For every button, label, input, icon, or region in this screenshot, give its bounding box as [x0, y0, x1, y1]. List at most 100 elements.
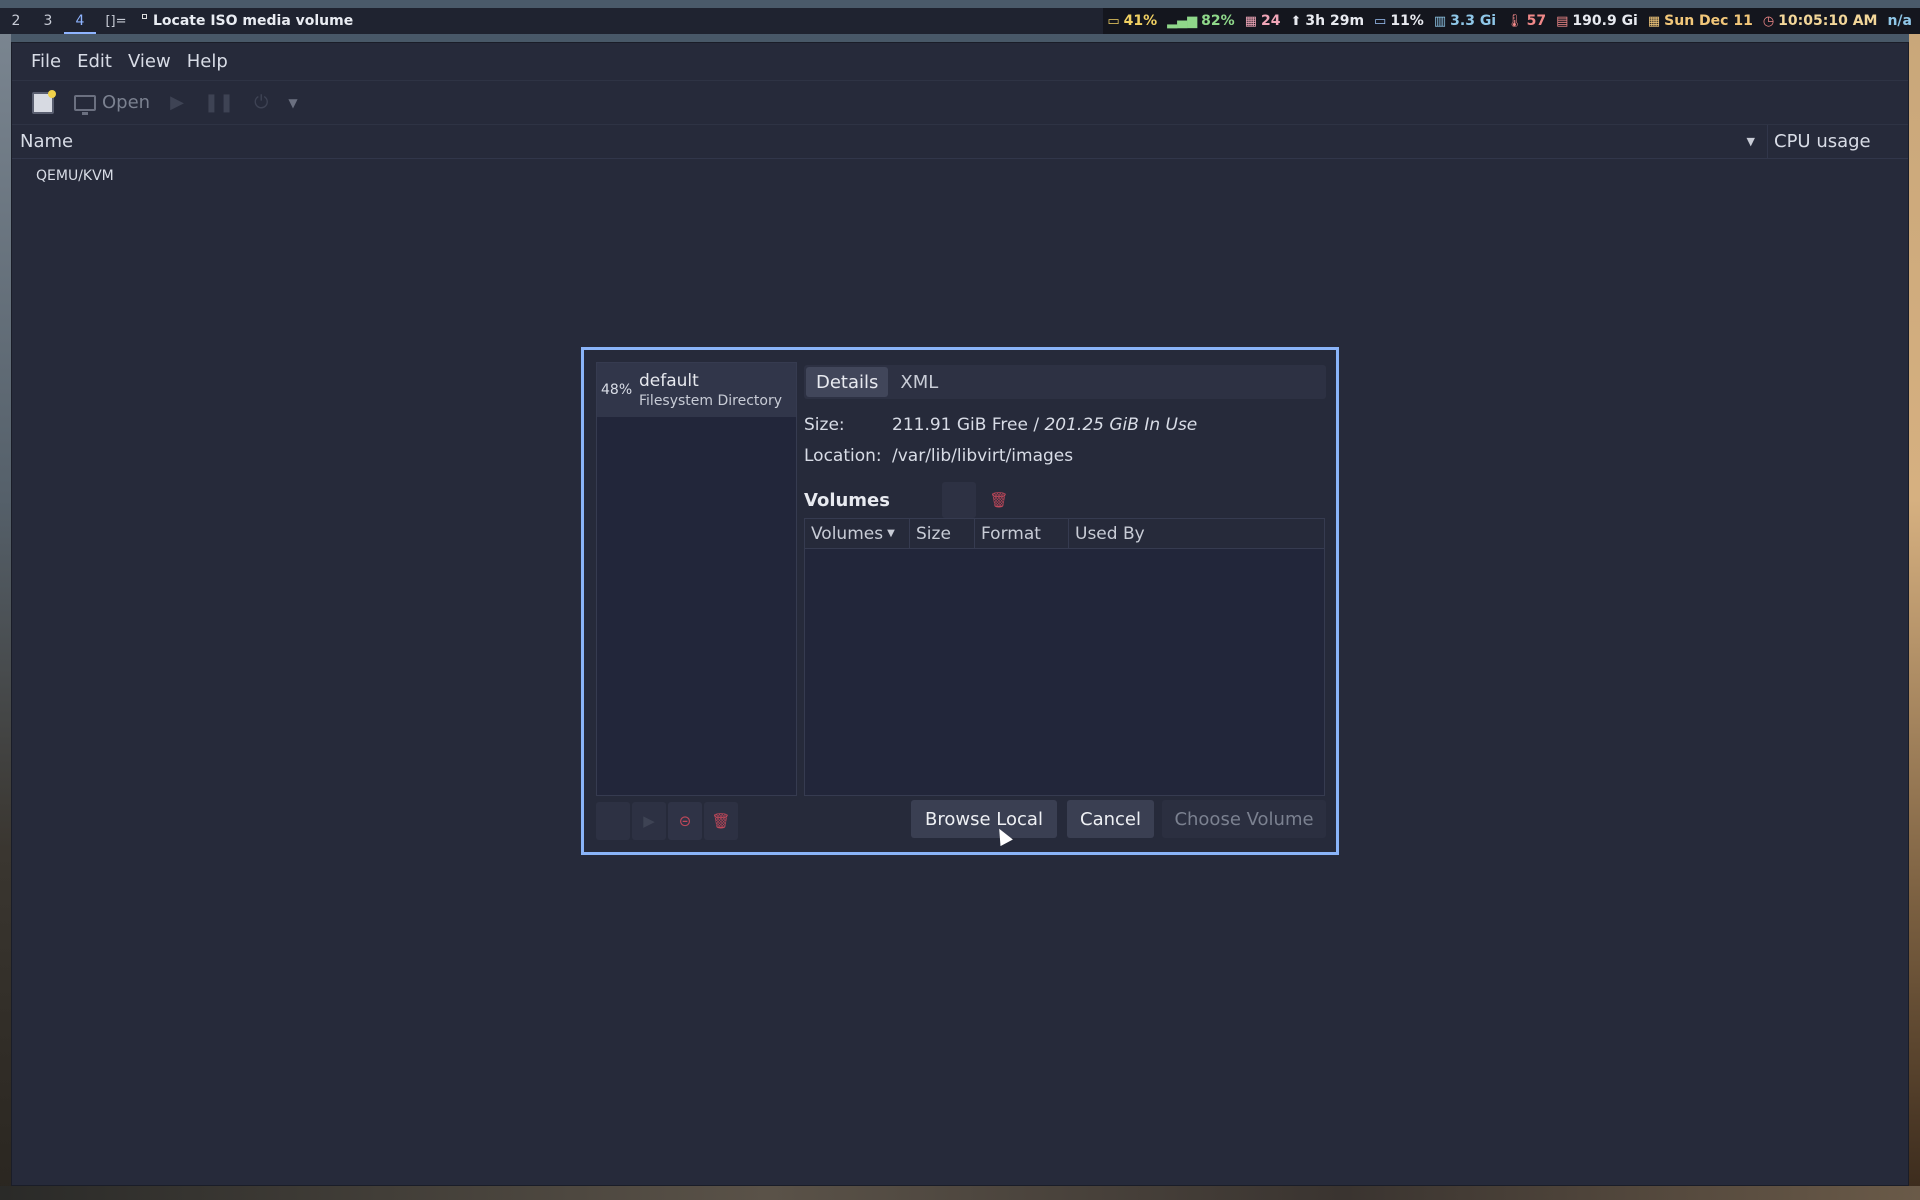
column-name-label: Name	[20, 131, 74, 152]
delete-pool-button[interactable]: 🗑︎	[704, 802, 738, 840]
time-value: 10:05:10 AM	[1778, 13, 1878, 29]
menu-view[interactable]: View	[120, 51, 179, 72]
clock-icon: ◷	[1762, 13, 1775, 29]
uptime-value: 3h 29m	[1305, 13, 1365, 29]
trash-icon: 🗑︎	[989, 491, 1009, 509]
updates-value: 24	[1260, 13, 1281, 29]
tab-xml[interactable]: XML	[890, 367, 948, 397]
signal-icon: ▂▄▆	[1167, 13, 1198, 29]
open-button[interactable]: Open	[66, 86, 158, 120]
menu-edit[interactable]: Edit	[69, 51, 120, 72]
connection-row[interactable]: QEMU/KVM	[12, 159, 1908, 184]
uptime-status: ⬆ 3h 29m	[1290, 13, 1364, 29]
time-status: ◷ 10:05:10 AM	[1763, 13, 1878, 29]
size-label: Size:	[804, 415, 845, 435]
desktop-wallpaper-bottom	[0, 1186, 1920, 1200]
sort-down-icon: ▼	[1746, 135, 1755, 148]
volumes-header: Volumes 🗑︎	[804, 482, 1016, 518]
volumes-table: Volumes ▼ Size Format Used By	[804, 518, 1325, 796]
power-icon: ⏻	[254, 92, 269, 113]
browse-local-button[interactable]: Browse Local	[911, 800, 1057, 838]
package-icon: ▦	[1244, 13, 1257, 29]
column-volumes[interactable]: Volumes ▼	[805, 519, 910, 548]
shutdown-button[interactable]: ⏻	[246, 86, 276, 120]
workspace-2[interactable]: 2	[0, 8, 32, 34]
size-free: 211.91 GiB Free /	[892, 415, 1045, 435]
menu-help[interactable]: Help	[179, 51, 236, 72]
extra-value: n/a	[1887, 13, 1912, 29]
date-status: ▦ Sun Dec 11	[1648, 13, 1753, 29]
column-used-by[interactable]: Used By	[1069, 519, 1324, 548]
play-icon: ▶	[170, 92, 184, 113]
volumes-table-header: Volumes ▼ Size Format Used By	[805, 519, 1324, 549]
desktop-wallpaper-right	[1909, 32, 1920, 1200]
menu-file[interactable]: File	[23, 51, 69, 72]
disk-value: 190.9 Gi	[1572, 13, 1638, 29]
vm-list-header: Name ▼ CPU usage	[12, 125, 1908, 159]
temperature-value: 57	[1526, 13, 1547, 29]
focused-window-title: Locate ISO media volume	[142, 13, 1103, 29]
disk-status: ▤ 190.9 Gi	[1556, 13, 1638, 29]
locate-iso-dialog: 48% default Filesystem Directory ▶ ⊝ 🗑︎ …	[581, 347, 1339, 855]
wifi-value: 82%	[1201, 13, 1235, 29]
status-indicators: ▭ 41% ▂▄▆ 82% ▦ 24 ⬆ 3h 29m ▭ 11% ▥ 3.3 Gi 🌡︎ 5…	[1103, 8, 1920, 34]
size-used: 201.25 GiB In Use	[1044, 415, 1198, 435]
add-volume-button[interactable]	[902, 482, 936, 518]
pool-actions: ▶ ⊝ 🗑︎	[596, 802, 738, 840]
new-vm-icon	[32, 89, 56, 114]
updates-status: ▦ 24	[1245, 13, 1281, 29]
run-button[interactable]: ▶	[162, 86, 192, 120]
disk-icon: ▤	[1556, 13, 1569, 29]
shutdown-menu-button[interactable]: ▼	[280, 86, 305, 120]
layout-indicator[interactable]: []=	[96, 14, 136, 29]
pool-type: Filesystem Directory	[639, 393, 783, 409]
add-pool-button[interactable]	[596, 802, 630, 840]
status-bar: 2 3 4 []= Locate ISO media volume ▭ 41% ▂…	[0, 8, 1920, 34]
desktop-wallpaper-left	[0, 32, 11, 1200]
start-pool-button[interactable]: ▶	[632, 802, 666, 840]
temperature-status: 🌡︎ 57	[1506, 13, 1546, 29]
pool-name: default	[639, 371, 699, 391]
monitor-icon	[74, 94, 96, 115]
column-volumes-label: Volumes	[811, 523, 884, 544]
cancel-button[interactable]: Cancel	[1067, 800, 1154, 838]
storage-pool-list: 48% default Filesystem Directory	[596, 362, 797, 796]
new-vm-button[interactable]	[24, 86, 62, 120]
column-name[interactable]: Name ▼	[12, 125, 1768, 158]
column-cpu-usage[interactable]: CPU usage	[1768, 131, 1908, 152]
location-value: /var/lib/libvirt/images	[892, 446, 1074, 466]
pool-usage-percent: 48%	[601, 382, 633, 398]
pool-item-default[interactable]: 48% default Filesystem Directory	[597, 363, 796, 417]
volumes-title: Volumes	[804, 489, 890, 511]
date-value: Sun Dec 11	[1664, 13, 1753, 29]
size-value: 211.91 GiB Free / 201.25 GiB In Use	[892, 415, 1197, 435]
refresh-volumes-button[interactable]	[941, 482, 976, 518]
open-button-label: Open	[102, 92, 151, 113]
pause-icon: ❚❚	[203, 92, 235, 113]
menu-bar: File Edit View Help	[12, 43, 1908, 81]
memory-status: ▥ 3.3 Gi	[1434, 13, 1496, 29]
laptop-icon: ▭	[1107, 13, 1120, 29]
window-title-text: Locate ISO media volume	[153, 13, 354, 29]
cpu-value: 11%	[1390, 13, 1424, 29]
memory-icon: ▥	[1433, 13, 1447, 29]
column-format[interactable]: Format	[975, 519, 1069, 548]
play-icon: ▶	[643, 812, 655, 830]
memory-value: 3.3 Gi	[1450, 13, 1497, 29]
workspace-4[interactable]: 4	[64, 8, 96, 34]
battery-status: ▭ 41%	[1107, 13, 1157, 29]
stop-pool-button[interactable]: ⊝	[668, 802, 702, 840]
location-label: Location:	[804, 446, 882, 466]
workspace-3[interactable]: 3	[32, 8, 64, 34]
tab-details[interactable]: Details	[806, 367, 889, 397]
column-size[interactable]: Size	[910, 519, 975, 548]
delete-volume-button[interactable]: 🗑︎	[982, 482, 1016, 518]
pool-tabs: Details XML	[804, 365, 1326, 399]
trash-icon: 🗑︎	[711, 812, 731, 830]
size-row: Size: 211.91 GiB Free / 201.25 GiB In Us…	[804, 415, 1197, 435]
sort-down-icon: ▼	[887, 528, 895, 539]
uptime-icon: ⬆	[1290, 13, 1302, 29]
thermometer-icon: 🌡︎	[1506, 13, 1523, 29]
choose-volume-button[interactable]: Choose Volume	[1162, 800, 1326, 838]
pause-button[interactable]: ❚❚	[196, 86, 242, 120]
